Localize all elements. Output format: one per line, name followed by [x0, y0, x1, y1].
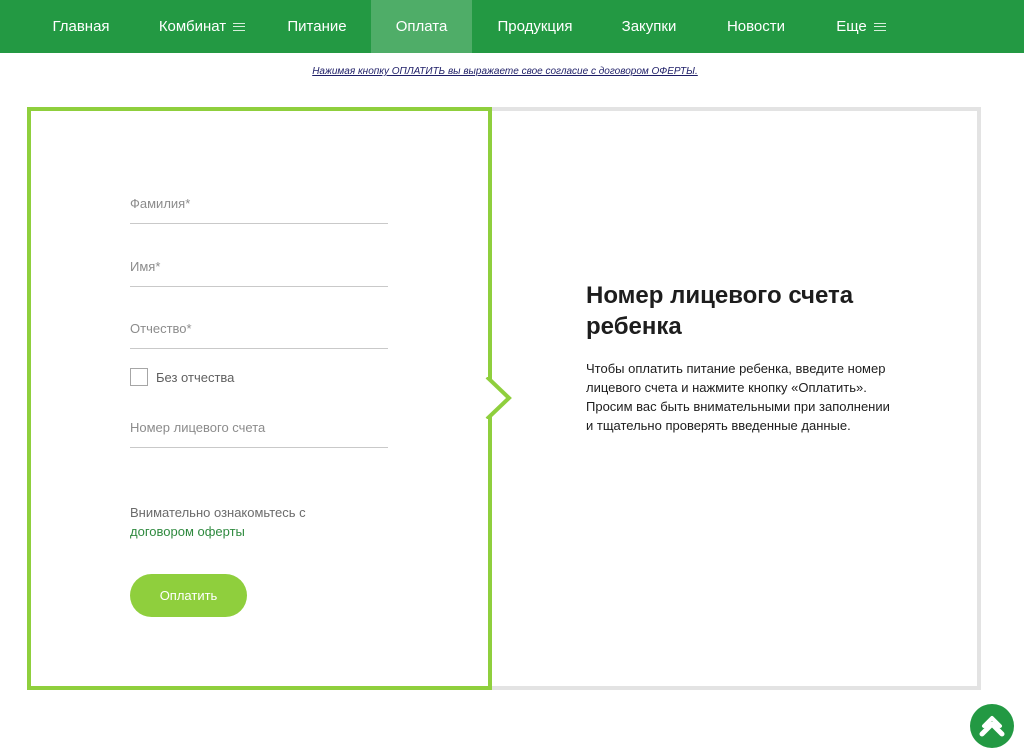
terms-text: Внимательно ознакомьтесь с: [130, 505, 306, 520]
nav-item-nutrition[interactable]: Питание: [272, 0, 362, 53]
nav-item-label: Питание: [287, 18, 347, 35]
nav-item-home[interactable]: Главная: [34, 0, 128, 53]
name-input[interactable]: [130, 259, 388, 286]
nav-item-payment[interactable]: Оплата: [371, 0, 472, 53]
nav-item-label: Комбинат: [158, 18, 227, 35]
nav-item-news[interactable]: Новости: [712, 0, 800, 53]
nav-item-combine[interactable]: Комбинат: [143, 0, 261, 53]
nav-item-label: Еще: [836, 18, 867, 35]
nav-item-products[interactable]: Продукция: [484, 0, 586, 53]
no-patronymic-label: Без отчества: [156, 369, 235, 385]
nav-item-label: Продукция: [497, 18, 573, 35]
surname-field: [130, 195, 388, 224]
offer-agreement-link[interactable]: договором оферты: [130, 524, 245, 539]
burger-icon: [873, 22, 886, 31]
nav-item-label: Закупки: [621, 18, 677, 35]
name-field: [130, 258, 388, 287]
offer-notice-link[interactable]: Нажимая кнопку ОПЛАТИТЬ вы выражаете сво…: [0, 66, 1010, 77]
info-title: Номер лицевого счета ребенка: [586, 282, 854, 340]
nav-item-more[interactable]: Еще: [822, 0, 900, 53]
no-patronymic-option[interactable]: Без отчества: [130, 368, 234, 386]
account-number-input[interactable]: [130, 420, 388, 447]
nav-item-label: Главная: [52, 18, 110, 35]
patronymic-field: [130, 320, 388, 349]
scroll-to-top-button[interactable]: [970, 704, 1014, 748]
chevron-up-icon: [979, 716, 1005, 737]
top-navigation: Главная Комбинат Питание Оплата Продукци…: [0, 0, 1024, 53]
nav-item-label: Новости: [726, 18, 786, 35]
surname-input[interactable]: [130, 196, 388, 223]
burger-icon: [233, 22, 246, 31]
account-number-field: [130, 419, 388, 448]
patronymic-input[interactable]: [130, 321, 388, 348]
info-description: Чтобы оплатить питание ребенка, введите …: [586, 361, 890, 433]
terms-notice: Внимательно ознакомьтесь с договором офе…: [130, 503, 390, 541]
no-patronymic-checkbox[interactable]: [130, 368, 148, 386]
nav-item-label: Оплата: [395, 18, 448, 35]
pay-button[interactable]: Оплатить: [130, 574, 247, 617]
nav-item-procurement[interactable]: Закупки: [606, 0, 692, 53]
